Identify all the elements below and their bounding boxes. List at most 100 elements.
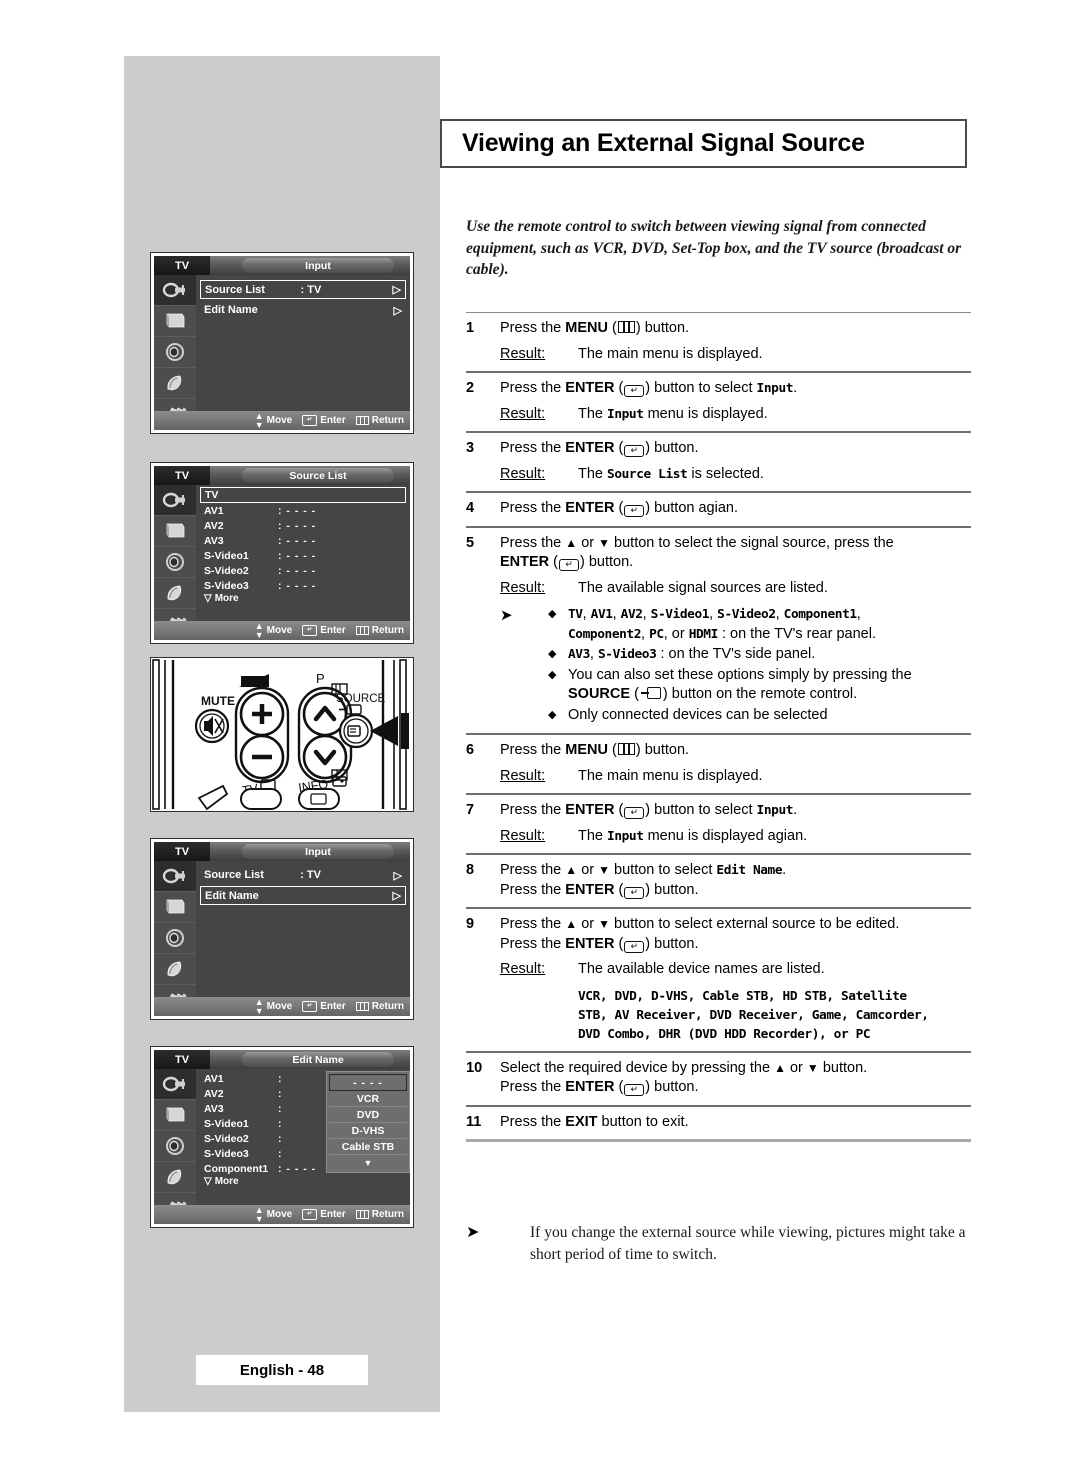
source-keyword: SOURCE [568, 686, 631, 702]
osd-body: Source List : TV ▷ Edit Name ▷ [154, 275, 410, 430]
sidebar-icon-input[interactable] [154, 485, 196, 516]
osd-return-label: Return [371, 1209, 404, 1220]
sidebar-icon-sound[interactable] [154, 547, 196, 578]
menu-item-edit-name[interactable]: Edit Name ▷ [200, 886, 406, 905]
step-text-mid: ) button to select [645, 802, 757, 818]
step-number: 9 [466, 916, 475, 932]
step-11: 11 Press the EXIT button to exit. [466, 1107, 971, 1140]
source-row-av2[interactable]: AV2: - - - - [200, 518, 406, 533]
sidebar-icon-input[interactable] [154, 861, 196, 892]
result-label: Result: [500, 345, 546, 362]
updown-arrow-icon: ▲ ▼ [254, 410, 264, 430]
sidebar-icon-channel[interactable] [154, 578, 196, 609]
edit-name-more[interactable]: ▽ More [200, 1176, 406, 1187]
osd-move-label: Move [266, 415, 293, 426]
updown-arrow-icon: ▲ ▼ [254, 620, 264, 640]
step-body: Press the ▲ or ▼ button to select extern… [500, 915, 971, 1044]
sidebar-icon-channel[interactable] [154, 954, 196, 985]
sidebar-icon-input[interactable] [154, 275, 196, 306]
step-number: 8 [466, 862, 475, 878]
enter-button-icon: ↵ [624, 385, 645, 397]
sidebar-icon-input[interactable] [154, 1069, 196, 1100]
step-text-b: button to exit. [597, 1113, 689, 1130]
result-text: The available device names are listed. [578, 961, 825, 977]
source-label: SOURCE [336, 693, 386, 705]
step-body: Press the MENU () button. Result: The ma… [500, 741, 971, 786]
dropdown-option-vcr[interactable]: VCR [329, 1091, 407, 1107]
osd-sidebar [154, 485, 196, 640]
osd-return-label: Return [371, 415, 404, 426]
osd-move-hint: ▲ ▼ Move [255, 997, 293, 1016]
result-label: Result: [500, 405, 546, 422]
source-row-av1[interactable]: AV1: - - - - [200, 503, 406, 518]
dropdown-scroll-down-icon[interactable]: ▼ [329, 1155, 407, 1170]
step-text-b: or [577, 862, 599, 878]
source-list-more[interactable]: ▽ More [200, 593, 406, 604]
osd-inner: TV Edit Name AV1: AV2: AV3: S-Video1 … [154, 1050, 410, 1224]
edit-row-name: S-Video2 [204, 1132, 249, 1145]
menu-button-icon [617, 321, 635, 333]
enter-keyword: ENTER [500, 554, 550, 570]
source-row-av3[interactable]: AV3: - - - - [200, 533, 406, 548]
osd-tv-tag: TV [154, 1050, 210, 1069]
note-item: ◆ AV3, S-Video3 : on the TV's side panel… [548, 645, 912, 665]
step-text-a: Press the [500, 862, 566, 878]
source-row-svideo2[interactable]: S-Video2: - - - - [200, 563, 406, 578]
return-menu-icon [355, 1210, 369, 1219]
dropdown-option-dvhs[interactable]: D-VHS [329, 1123, 407, 1139]
edit-name-mono: Edit Name [716, 863, 783, 878]
step-6: 6 Press the MENU () button. Result: The … [466, 735, 971, 793]
menu-item-edit-name[interactable]: Edit Name ▷ [200, 301, 406, 319]
step-number: 11 [466, 1113, 482, 1130]
dropdown-option-blank[interactable]: - - - - [329, 1074, 407, 1091]
osd-enter-hint: ↵ Enter [302, 625, 346, 636]
note-tail: : on the TV's rear panel. [717, 625, 876, 642]
source-row-svideo1[interactable]: S-Video1: - - - - [200, 548, 406, 563]
enter-icon: ↵ [302, 1209, 318, 1220]
step-text: Press the [500, 440, 566, 456]
menu-item-label: Edit Name [204, 304, 258, 316]
osd-enter-label: Enter [320, 415, 346, 426]
sidebar-icon-picture[interactable] [154, 306, 196, 337]
menu-item-value: : TV [300, 869, 321, 881]
enter-button-icon: ↵ [624, 886, 645, 899]
source-row-svideo3[interactable]: S-Video3: - - - - [200, 578, 406, 593]
dropdown-option-cable-stb[interactable]: Cable STB [329, 1139, 407, 1155]
enter-button-icon: ↵ [624, 807, 645, 819]
step-text-c: button. [818, 1059, 868, 1076]
osd-return-label: Return [371, 625, 404, 636]
osd-move-label: Move [266, 1001, 293, 1012]
sidebar-icon-sound[interactable] [154, 1131, 196, 1162]
osd-footer-bar: ▲ ▼ Move ↵ Enter Return [154, 621, 410, 640]
sidebar-icon-picture[interactable] [154, 892, 196, 923]
result-label: Result: [500, 465, 546, 482]
dropdown-option-dvd[interactable]: DVD [329, 1107, 407, 1123]
more-down-arrow-icon: ▽ [204, 1176, 212, 1187]
menu-item-source-list[interactable]: Source List : TV ▷ [200, 866, 406, 884]
step-body: Press the ▲ or ▼ button to select the si… [500, 534, 971, 727]
osd-move-hint: ▲ ▼ Move [254, 620, 292, 640]
step-body: Press the ENTER (↵) button agian. [500, 500, 739, 517]
menu-item-source-list[interactable]: Source List : TV ▷ [200, 280, 406, 299]
input-mono: Input [756, 803, 794, 818]
note-item: ◆ TV, AV1, AV2, S-Video1, S-Video2, Comp… [548, 605, 912, 644]
source-row-tv[interactable]: TV [200, 487, 406, 503]
step-number: 10 [466, 1059, 483, 1076]
sidebar-icon-sound[interactable] [154, 337, 196, 368]
source-row-name: AV3 [204, 534, 224, 547]
result-row: Result: The Source List is selected. [500, 465, 971, 485]
osd-screenshot-source-list: TV Source List TV AV1: - - - - AV2: - … [150, 462, 414, 644]
src-hdmi: HDMI [688, 626, 719, 642]
step-text-d: Press the [500, 881, 566, 898]
device-name-dropdown[interactable]: - - - - VCR DVD D-VHS Cable STB ▼ [326, 1071, 410, 1173]
note-line1: You can also set these options simply by… [568, 666, 912, 683]
sidebar-icon-channel[interactable] [154, 1162, 196, 1193]
sidebar-icon-sound[interactable] [154, 923, 196, 954]
sidebar-icon-picture[interactable] [154, 516, 196, 547]
sidebar-icon-picture[interactable] [154, 1100, 196, 1131]
sidebar-icon-channel[interactable] [154, 368, 196, 399]
osd-tv-tag: TV [154, 256, 210, 275]
device-names-line2: STB, AV Receiver, DVD Receiver, Game, Ca… [578, 1007, 929, 1023]
result-text: The main menu is displayed. [578, 345, 763, 362]
more-label: More [214, 1176, 239, 1187]
